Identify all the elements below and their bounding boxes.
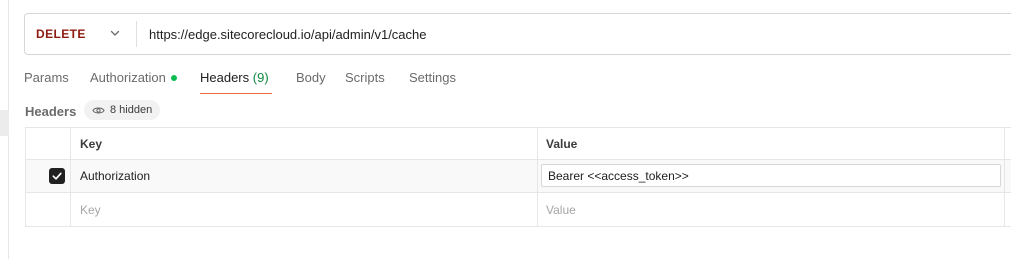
- method-divider: [136, 21, 137, 47]
- header-value-input[interactable]: Bearer <<access_token>>: [541, 164, 1001, 187]
- url-input[interactable]: https://edge.sitecorecloud.io/api/admin/…: [149, 14, 1009, 54]
- column-header-value: Value: [538, 128, 1005, 159]
- header-value-cell: Bearer <<access_token>>: [538, 160, 1005, 192]
- status-dot: [170, 75, 177, 81]
- left-rail: [0, 0, 9, 259]
- eye-icon: [92, 107, 105, 113]
- request-url-bar: DELETE https://edge.sitecorecloud.io/api…: [24, 13, 1011, 55]
- tab-headers[interactable]: Headers (9): [200, 66, 272, 94]
- table-row-new: Key Value: [26, 193, 1011, 226]
- tab-authorization-label: Authorization: [90, 70, 166, 85]
- tab-settings-label: Settings: [409, 70, 456, 85]
- new-value-input[interactable]: Value: [538, 193, 1005, 226]
- tab-scripts-label: Scripts: [345, 70, 385, 85]
- tab-settings[interactable]: Settings: [409, 66, 469, 94]
- tab-authorization[interactable]: Authorization: [90, 66, 200, 94]
- tab-headers-label: Headers: [200, 70, 250, 85]
- method-label: DELETE: [36, 27, 86, 41]
- tab-body[interactable]: Body: [296, 66, 345, 94]
- request-tabs: Params Authorization Headers (9) Body Sc…: [24, 66, 469, 94]
- tab-params-label: Params: [24, 70, 69, 85]
- row-enabled-checkbox[interactable]: [49, 168, 65, 184]
- chevron-down-icon: [110, 30, 120, 36]
- table-row: Authorization Bearer <<access_token>>: [26, 160, 1011, 193]
- new-row-checkbox-cell: [26, 193, 71, 226]
- checkbox-column-header: [26, 128, 71, 159]
- left-rail-highlight: [0, 110, 9, 136]
- column-header-key: Key: [71, 128, 538, 159]
- hidden-headers-count: 8 hidden: [110, 104, 153, 116]
- method-selector[interactable]: DELETE: [25, 14, 137, 54]
- tab-body-label: Body: [296, 70, 326, 85]
- tab-headers-count: (9): [252, 70, 269, 85]
- headers-table: Key Value Authorization Bearer <<access_…: [25, 127, 1011, 227]
- tab-scripts[interactable]: Scripts: [345, 66, 409, 94]
- tab-params[interactable]: Params: [24, 66, 90, 94]
- table-header-row: Key Value: [26, 128, 1011, 160]
- hidden-headers-toggle[interactable]: 8 hidden: [84, 100, 161, 120]
- checkmark-icon: [52, 172, 62, 180]
- row-checkbox-cell: [26, 160, 71, 192]
- header-key-cell[interactable]: Authorization: [71, 160, 538, 192]
- new-key-input[interactable]: Key: [71, 193, 538, 226]
- headers-section-title: Headers: [25, 104, 77, 119]
